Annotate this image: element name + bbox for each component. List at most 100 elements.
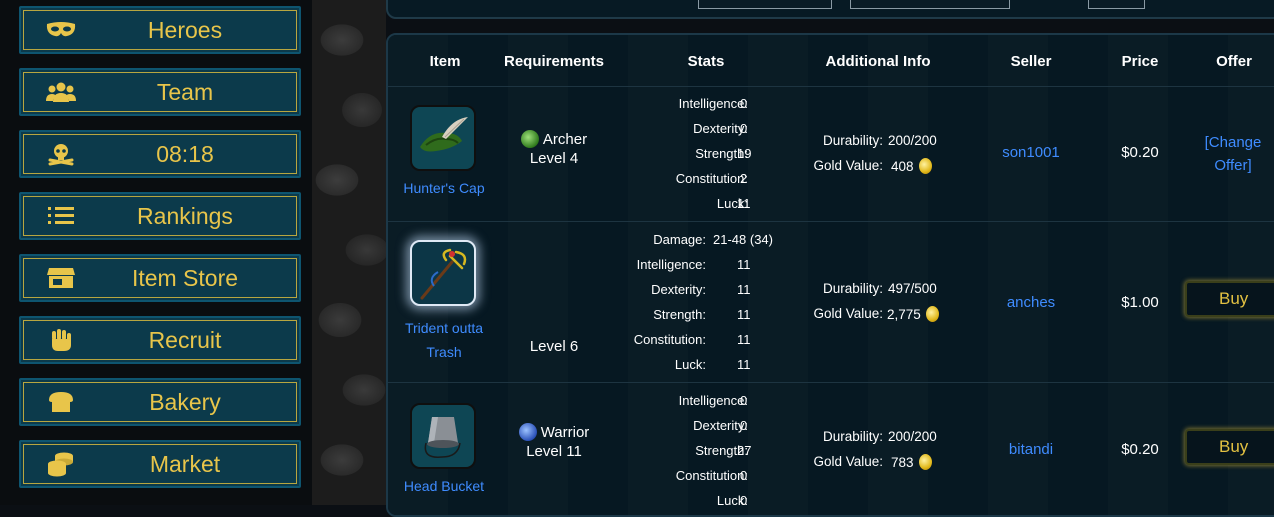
durability-label: Durability: [822, 133, 883, 148]
stat-value: 11 [737, 282, 751, 297]
stat-value: 11 [737, 257, 751, 272]
users-icon [43, 79, 79, 105]
item-name-link[interactable]: Trident outta Trash [388, 316, 500, 364]
price: $0.20 [1121, 441, 1159, 458]
store-icon [43, 265, 79, 291]
stone-wall-background [312, 0, 386, 505]
seller-link[interactable]: anches [988, 294, 1074, 311]
stat-value: 0 [740, 418, 748, 433]
fist-icon [43, 327, 79, 353]
required-class: Warrior [540, 423, 590, 441]
trident-image[interactable] [410, 240, 476, 306]
price: $1.00 [1121, 294, 1159, 311]
requirements-cell: Warrior Level 11 [492, 423, 616, 460]
nav-rankings-label: Rankings [137, 202, 233, 229]
top-button[interactable] [1088, 0, 1145, 9]
durability-label: Durability: [822, 281, 883, 296]
required-level: Level 6 [529, 338, 579, 355]
offer-line-1: [Change [1204, 134, 1262, 151]
stat-value: 11 [737, 357, 751, 372]
stat-value: 0 [740, 468, 748, 483]
header-item: Item [429, 53, 461, 70]
required-level: Level 4 [529, 150, 579, 167]
stat-label: Constitution: [675, 468, 748, 483]
seller-link[interactable]: son1001 [988, 144, 1074, 161]
archer-class-icon [520, 130, 539, 148]
stat-label: Constitution: [633, 332, 706, 347]
gold-value-label: Gold Value: [813, 158, 883, 173]
nav-team-label: Team [156, 78, 214, 105]
gold-coin-icon [918, 158, 932, 174]
top-input-2[interactable] [850, 0, 1010, 9]
nav-item-store-label: Item Store [131, 264, 239, 291]
nav-item-store-button[interactable]: Item Store [19, 254, 301, 302]
hunters-cap-image[interactable] [410, 105, 476, 171]
buy-button[interactable]: Buy [1185, 281, 1274, 317]
stat-value: 11 [737, 332, 751, 347]
stat-value: 0 [740, 493, 748, 508]
required-class: Archer [542, 130, 588, 148]
durability-value: 497/500 [888, 281, 937, 296]
header-stats: Stats [687, 53, 725, 70]
gold-amount: 408 [891, 159, 914, 174]
gold-value-label: Gold Value: [813, 306, 883, 321]
requirements-cell: Archer Level 4 [492, 130, 616, 167]
main-nav: Heroes Team 08:18 Rankings Item Store Re… [0, 0, 312, 505]
table-row: Hunter's Cap Archer Level 4 Intelligence… [388, 87, 1274, 221]
item-name-line-2: Trash [426, 344, 462, 360]
nav-timer-button[interactable]: 08:18 [19, 130, 301, 178]
header-price: Price [1121, 53, 1159, 70]
stat-value: 0 [740, 121, 748, 136]
gold-value: 783 [891, 454, 932, 470]
seller-link[interactable]: bitandi [988, 441, 1074, 458]
buy-button[interactable]: Buy [1185, 429, 1274, 465]
nav-recruit-label: Recruit [148, 326, 222, 353]
nav-team-button[interactable]: Team [19, 68, 301, 116]
item-name-link[interactable]: Head Bucket [388, 474, 500, 498]
gold-value: 408 [891, 158, 932, 174]
table-row: Head Bucket Warrior Level 11 Intelligenc… [388, 383, 1274, 515]
durability-value: 200/200 [888, 429, 937, 444]
gold-amount: 783 [891, 455, 914, 470]
stat-value: 11 [737, 196, 751, 211]
nav-recruit-button[interactable]: Recruit [19, 316, 301, 364]
header-offer: Offer [1216, 53, 1252, 70]
gold-coin-icon [918, 454, 932, 470]
change-offer-link[interactable]: [Change Offer] [1188, 131, 1274, 177]
table-row: Trident outta Trash Level 6 Damage: 21-4… [388, 222, 1274, 382]
list-ol-icon [43, 203, 79, 229]
stat-value: 0 [740, 96, 748, 111]
required-level: Level 11 [526, 443, 582, 460]
item-name-link[interactable]: Hunter's Cap [388, 176, 500, 200]
nav-heroes-button[interactable]: Heroes [19, 6, 301, 54]
stat-value: 2 [740, 171, 748, 186]
stat-label: Intelligence: [678, 393, 748, 408]
nav-market-button[interactable]: Market [19, 440, 301, 488]
nav-bakery-button[interactable]: Bakery [19, 378, 301, 426]
header-seller: Seller [1010, 53, 1052, 70]
stat-label: Dexterity: [651, 282, 706, 297]
gold-value: 2,775 [887, 306, 939, 322]
stat-label: Constitution: [675, 171, 748, 186]
top-input-1[interactable] [698, 0, 832, 9]
stat-value: 21-48 (34) [713, 232, 773, 247]
nav-market-label: Market [149, 450, 221, 477]
stat-label: Intelligence: [678, 96, 748, 111]
top-panel-fragment [386, 0, 1274, 19]
skull-crossbones-icon [43, 141, 79, 167]
header-additional-info: Additional Info [825, 53, 931, 70]
durability-label: Durability: [822, 429, 883, 444]
header-requirements: Requirements [503, 53, 605, 70]
stat-value: 11 [737, 307, 751, 322]
nav-rankings-button[interactable]: Rankings [19, 192, 301, 240]
stat-label: Intelligence: [636, 257, 706, 272]
stat-label: Luck: [674, 357, 706, 372]
gold-value-label: Gold Value: [813, 454, 883, 469]
price: $0.20 [1121, 144, 1159, 161]
stat-label: Damage: [653, 232, 706, 247]
nav-timer-label: 08:18 [156, 140, 214, 167]
coins-icon [43, 451, 79, 477]
offer-line-2: Offer] [1214, 157, 1252, 174]
nav-bakery-label: Bakery [149, 388, 221, 415]
head-bucket-image[interactable] [410, 403, 476, 469]
